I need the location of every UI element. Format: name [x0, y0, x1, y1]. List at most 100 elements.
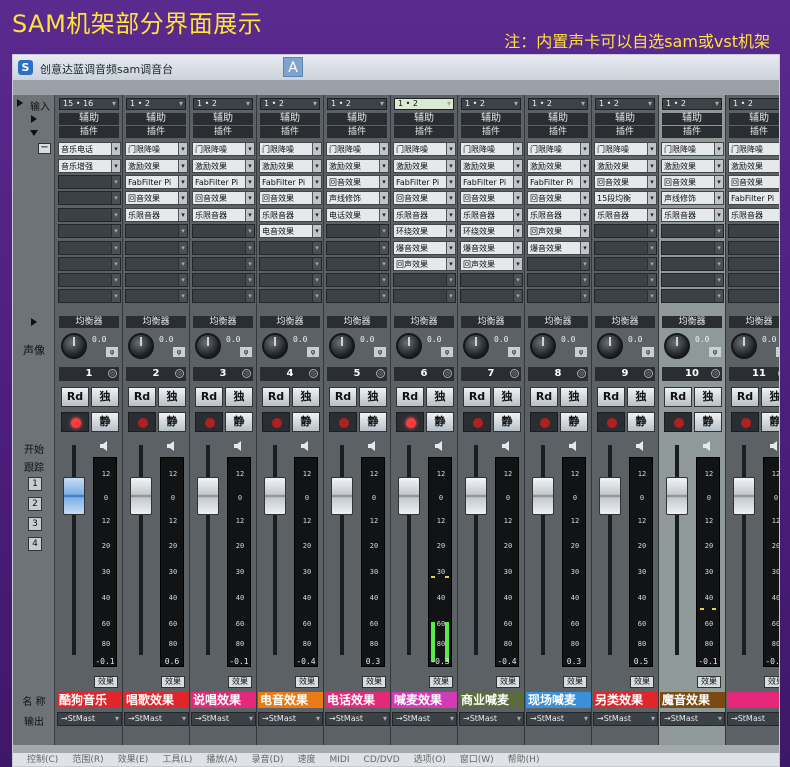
aux-button[interactable]: 辅助	[327, 113, 387, 125]
plugin-slot[interactable]: 门限降噪▾	[192, 142, 255, 156]
plugin-slot[interactable]: 激励效果▾	[125, 159, 188, 173]
eq-button[interactable]: 均衡器	[528, 316, 588, 328]
solo-button[interactable]: 独	[627, 387, 655, 407]
volume-fader[interactable]	[63, 476, 85, 515]
plugin-slot[interactable]: ▾	[728, 289, 779, 303]
volume-fader[interactable]	[733, 476, 755, 515]
plugin-slot[interactable]: FabFilter Pi ▾	[527, 175, 590, 189]
plugin-slot[interactable]: 激励效果▾	[728, 159, 779, 173]
phase-button[interactable]: φ	[240, 347, 252, 357]
read-button[interactable]: Rd	[530, 387, 558, 407]
plugin-slot[interactable]: ▾	[58, 191, 121, 205]
fx-button[interactable]: 效果	[630, 676, 654, 688]
slot-dropdown-icon[interactable]: ▾	[513, 143, 522, 155]
slot-dropdown-icon[interactable]: ▾	[379, 192, 388, 204]
solo-button[interactable]: 独	[292, 387, 320, 407]
plugin-slot[interactable]: ▾	[192, 257, 255, 271]
plugin-slot[interactable]: 门限降噪▾	[728, 142, 779, 156]
plugins-label[interactable]: 插件	[260, 126, 320, 138]
plugin-slot[interactable]: 乐限音器 ▾	[460, 208, 523, 222]
plugin-slot[interactable]: ▾	[594, 224, 657, 238]
slot-dropdown-icon[interactable]: ▾	[178, 225, 187, 237]
solo-button[interactable]: 独	[560, 387, 588, 407]
fx-button[interactable]: 效果	[94, 676, 118, 688]
plugin-slot[interactable]: 回音效果▾	[728, 175, 779, 189]
plugin-slot[interactable]: ▾	[326, 257, 389, 271]
plugin-slot[interactable]: ▾	[661, 257, 724, 271]
eq-button[interactable]: 均衡器	[260, 316, 320, 328]
plugin-slot[interactable]: 门限降噪▾	[393, 142, 456, 156]
plugin-slot[interactable]: ▾	[125, 257, 188, 271]
menu-item[interactable]: CD/DVD	[364, 755, 400, 765]
plugin-slot[interactable]: FabFilter Pi ▾	[460, 175, 523, 189]
slot-dropdown-icon[interactable]: ▾	[111, 209, 120, 221]
slot-dropdown-icon[interactable]: ▾	[312, 192, 321, 204]
speaker-icon[interactable]	[166, 440, 176, 452]
output-select[interactable]: →StMast	[191, 712, 256, 726]
track-button-3[interactable]: 3	[28, 517, 42, 531]
pan-knob[interactable]	[61, 333, 87, 359]
record-button[interactable]	[463, 412, 491, 432]
input-select[interactable]: 1 • 2	[260, 98, 320, 110]
output-select[interactable]: →StMast	[459, 712, 524, 726]
plugin-slot[interactable]: 音乐电话 ▾	[58, 142, 121, 156]
slot-dropdown-icon[interactable]: ▾	[245, 143, 254, 155]
channel-link-icon[interactable]: ◎	[577, 369, 586, 378]
fx-button[interactable]: 效果	[295, 676, 319, 688]
slot-dropdown-icon[interactable]: ▾	[178, 192, 187, 204]
plugin-slot[interactable]: ▾	[125, 241, 188, 255]
plugin-slot[interactable]: 回声效果 ▾	[393, 257, 456, 271]
solo-button[interactable]: 独	[359, 387, 387, 407]
channel-name[interactable]	[727, 692, 779, 708]
mute-button[interactable]: 静	[761, 412, 779, 432]
output-select[interactable]: →StMast	[392, 712, 457, 726]
slot-dropdown-icon[interactable]: ▾	[245, 242, 254, 254]
slot-dropdown-icon[interactable]: ▾	[446, 290, 455, 302]
slot-dropdown-icon[interactable]: ▾	[379, 242, 388, 254]
plugin-slot[interactable]: 乐限音器 ▾	[661, 208, 724, 222]
slot-dropdown-icon[interactable]: ▾	[379, 143, 388, 155]
slot-dropdown-icon[interactable]: ▾	[379, 258, 388, 270]
slot-dropdown-icon[interactable]: ▾	[647, 290, 656, 302]
slot-dropdown-icon[interactable]: ▾	[245, 225, 254, 237]
channel-link-icon[interactable]: ◎	[175, 369, 184, 378]
fx-button[interactable]: 效果	[764, 676, 779, 688]
aux-button[interactable]: 辅助	[260, 113, 320, 125]
channel-name[interactable]: 说唱效果	[191, 692, 256, 708]
slot-dropdown-icon[interactable]: ▾	[111, 176, 120, 188]
channel-link-icon[interactable]: ◎	[510, 369, 519, 378]
slot-dropdown-icon[interactable]: ▾	[111, 242, 120, 254]
slot-dropdown-icon[interactable]: ▾	[379, 160, 388, 172]
slot-dropdown-icon[interactable]: ▾	[178, 290, 187, 302]
slot-dropdown-icon[interactable]: ▾	[580, 274, 589, 286]
slot-dropdown-icon[interactable]: ▾	[379, 290, 388, 302]
plugin-slot[interactable]: 电音效果 ▾	[259, 224, 322, 238]
plugin-slot[interactable]: 回声效果 ▾	[460, 257, 523, 271]
plugin-slot[interactable]: ▾	[259, 289, 322, 303]
slot-dropdown-icon[interactable]: ▾	[513, 192, 522, 204]
plugins-label[interactable]: 插件	[595, 126, 655, 138]
slot-dropdown-icon[interactable]: ▾	[647, 209, 656, 221]
record-button[interactable]	[597, 412, 625, 432]
fx-button[interactable]: 效果	[228, 676, 252, 688]
plugin-slot[interactable]: 环绕效果 ▾	[393, 224, 456, 238]
plugin-slot[interactable]: 激励效果▾	[661, 159, 724, 173]
menu-item[interactable]: 速度	[298, 755, 316, 765]
pan-knob[interactable]	[262, 333, 288, 359]
plugin-slot[interactable]: ▾	[393, 289, 456, 303]
input-select[interactable]: 1 • 2	[595, 98, 655, 110]
mute-button[interactable]: 静	[91, 412, 119, 432]
phase-button[interactable]: φ	[441, 347, 453, 357]
plugins-label[interactable]: 插件	[193, 126, 253, 138]
plugin-slot[interactable]: 音乐增强 ▾	[58, 159, 121, 173]
plugin-slot[interactable]: FabFilter Pi ▾	[125, 175, 188, 189]
slot-dropdown-icon[interactable]: ▾	[580, 160, 589, 172]
phase-button[interactable]: φ	[642, 347, 654, 357]
eq-button[interactable]: 均衡器	[461, 316, 521, 328]
slot-dropdown-icon[interactable]: ▾	[580, 225, 589, 237]
track-button-2[interactable]: 2	[28, 497, 42, 511]
speaker-icon[interactable]	[300, 440, 310, 452]
plugin-slot[interactable]: 回音效果▾	[192, 191, 255, 205]
slot-dropdown-icon[interactable]: ▾	[714, 176, 723, 188]
slot-dropdown-icon[interactable]: ▾	[312, 209, 321, 221]
